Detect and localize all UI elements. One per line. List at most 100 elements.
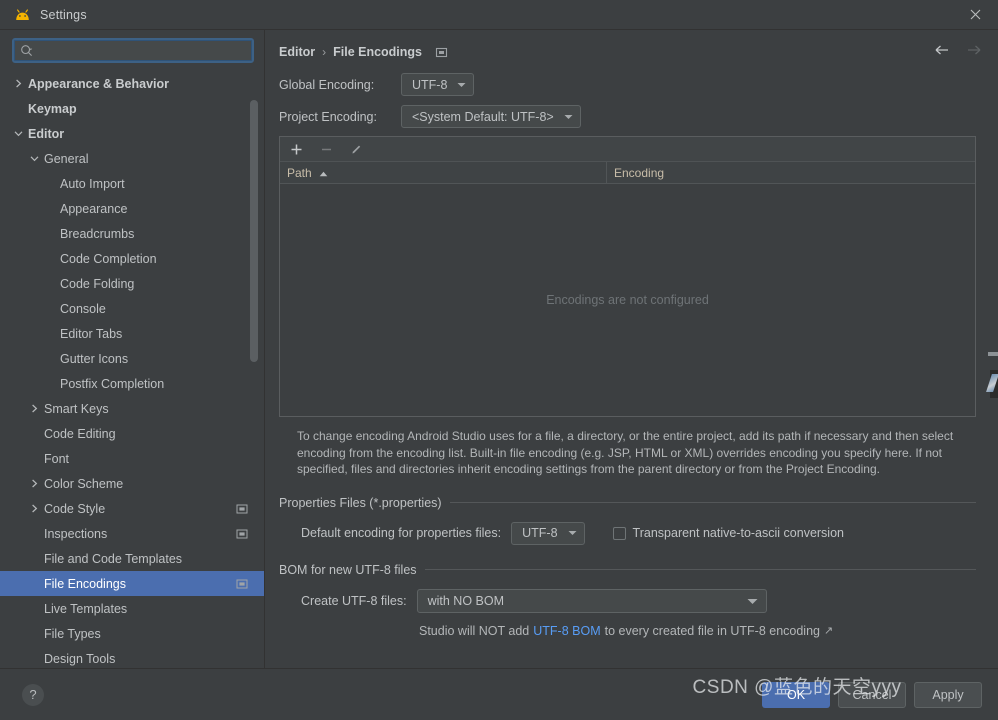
chevron-down-icon[interactable]: [28, 152, 41, 165]
empty-state-message: Encodings are not configured: [546, 293, 709, 307]
sidebar-item-editor-tabs[interactable]: Editor Tabs: [0, 321, 264, 346]
apply-button[interactable]: Apply: [914, 682, 982, 708]
search-icon: [20, 44, 34, 58]
transparent-native-to-ascii-checkbox-wrap[interactable]: Transparent native-to-ascii conversion: [613, 526, 844, 540]
search-input[interactable]: [34, 43, 246, 59]
sidebar-item-code-completion[interactable]: Code Completion: [0, 246, 264, 271]
mouse-cursor-artifact: [990, 370, 998, 398]
breadcrumb-current: File Encodings: [333, 45, 422, 59]
sidebar-item-color-scheme[interactable]: Color Scheme: [0, 471, 264, 496]
sidebar-item-inspections[interactable]: Inspections: [0, 521, 264, 546]
transparent-native-to-ascii-checkbox[interactable]: [613, 527, 626, 540]
search-box[interactable]: [12, 38, 254, 63]
sidebar-item-label: Smart Keys: [44, 402, 109, 416]
global-encoding-dropdown[interactable]: UTF-8: [401, 73, 474, 96]
utf8-bom-link[interactable]: UTF-8 BOM: [533, 624, 600, 638]
remove-encoding-button[interactable]: [318, 141, 334, 157]
sidebar-item-label: Code Folding: [60, 277, 134, 291]
sidebar-item-design-tools[interactable]: Design Tools: [0, 646, 264, 668]
sidebar-item-label: Live Templates: [44, 602, 127, 616]
sidebar-item-code-style[interactable]: Code Style: [0, 496, 264, 521]
sidebar-item-file-encodings[interactable]: File Encodings: [0, 571, 264, 596]
arrow-right-icon[interactable]: [966, 42, 982, 58]
chevron-down-icon: [568, 530, 577, 536]
help-button[interactable]: ?: [22, 684, 44, 706]
sidebar-item-editor[interactable]: Editor: [0, 121, 264, 146]
project-scope-icon[interactable]: [435, 46, 448, 59]
breadcrumb-parent[interactable]: Editor: [279, 45, 315, 59]
navigation-arrows: [934, 42, 982, 58]
sidebar-item-smart-keys[interactable]: Smart Keys: [0, 396, 264, 421]
arrow-left-icon[interactable]: [934, 42, 950, 58]
add-encoding-button[interactable]: [288, 141, 304, 157]
sidebar-item-postfix-completion[interactable]: Postfix Completion: [0, 371, 264, 396]
sidebar-item-live-templates[interactable]: Live Templates: [0, 596, 264, 621]
sidebar-item-font[interactable]: Font: [0, 446, 264, 471]
properties-default-encoding-dropdown[interactable]: UTF-8: [511, 522, 584, 545]
sidebar-item-file-and-code-templates[interactable]: File and Code Templates: [0, 546, 264, 571]
properties-default-encoding-row: Default encoding for properties files: U…: [279, 522, 976, 545]
chevron-right-icon[interactable]: [28, 402, 41, 415]
sidebar-item-label: File and Code Templates: [44, 552, 182, 566]
sidebar-item-appearance[interactable]: Appearance: [0, 196, 264, 221]
project-scope-icon: [236, 528, 248, 540]
edge-artifact-bar: [988, 352, 998, 356]
sidebar-item-file-types[interactable]: File Types: [0, 621, 264, 646]
external-link-icon[interactable]: ↗: [824, 624, 833, 637]
sidebar-item-console[interactable]: Console: [0, 296, 264, 321]
encodings-table-toolbar: [280, 137, 975, 162]
sidebar-item-appearance-behavior[interactable]: Appearance & Behavior: [0, 71, 264, 96]
sidebar-item-code-folding[interactable]: Code Folding: [0, 271, 264, 296]
chevron-down-icon: [747, 594, 758, 608]
bom-section: BOM for new UTF-8 files Create UTF-8 fil…: [279, 563, 976, 638]
project-encoding-dropdown[interactable]: <System Default: UTF-8>: [401, 105, 581, 128]
column-header-path[interactable]: Path: [280, 162, 607, 184]
sort-ascending-icon: [319, 166, 328, 180]
chevron-right-icon[interactable]: [12, 77, 25, 90]
dialog-footer: ? OK Cancel Apply: [0, 668, 998, 720]
chevron-right-icon[interactable]: [28, 477, 41, 490]
close-icon[interactable]: [952, 0, 998, 29]
global-encoding-label: Global Encoding:: [279, 78, 401, 92]
cancel-button[interactable]: Cancel: [838, 682, 906, 708]
sidebar-item-keymap[interactable]: Keymap: [0, 96, 264, 121]
sidebar-item-gutter-icons[interactable]: Gutter Icons: [0, 346, 264, 371]
sidebar-item-code-editing[interactable]: Code Editing: [0, 421, 264, 446]
bom-section-title: BOM for new UTF-8 files: [279, 563, 417, 577]
create-utf8-files-value: with NO BOM: [428, 594, 504, 608]
project-encoding-row: Project Encoding: <System Default: UTF-8…: [279, 104, 976, 129]
chevron-right-icon[interactable]: [28, 502, 41, 515]
properties-files-section: Properties Files (*.properties) Default …: [279, 496, 976, 545]
properties-files-title: Properties Files (*.properties): [279, 496, 442, 510]
create-utf8-files-dropdown[interactable]: with NO BOM: [417, 589, 767, 613]
create-utf8-files-label: Create UTF-8 files:: [301, 594, 407, 608]
sidebar-item-label: Code Style: [44, 502, 105, 516]
section-divider: [425, 569, 976, 570]
sidebar-item-label: Code Editing: [44, 427, 116, 441]
settings-tree[interactable]: Appearance & BehaviorKeymap Editor General…: [0, 69, 264, 668]
sidebar-item-label: Editor: [28, 127, 64, 141]
sidebar-scrollbar[interactable]: [250, 92, 258, 422]
chevron-down-icon[interactable]: [12, 127, 25, 140]
ok-button[interactable]: OK: [762, 682, 830, 708]
bom-hint-suffix: to every created file in UTF-8 encoding: [605, 624, 820, 638]
sidebar-scrollbar-thumb[interactable]: [250, 100, 258, 362]
sidebar-item-general[interactable]: General: [0, 146, 264, 171]
sidebar-item-label: Font: [44, 452, 69, 466]
sidebar-item-label: Console: [60, 302, 106, 316]
cancel-button-label: Cancel: [853, 688, 892, 702]
apply-button-label: Apply: [932, 688, 963, 702]
settings-sidebar: Appearance & BehaviorKeymap Editor General…: [0, 30, 265, 668]
sidebar-item-breadcrumbs[interactable]: Breadcrumbs: [0, 221, 264, 246]
column-header-encoding[interactable]: Encoding: [607, 162, 975, 184]
window-title: Settings: [40, 8, 87, 22]
title-bar: Settings: [0, 0, 998, 30]
bom-hint: Studio will NOT add UTF-8 BOM to every c…: [279, 624, 976, 638]
encodings-table-body[interactable]: Encodings are not configured: [280, 184, 975, 416]
sidebar-item-label: Gutter Icons: [60, 352, 128, 366]
sidebar-item-auto-import[interactable]: Auto Import: [0, 171, 264, 196]
chevron-down-icon: [457, 82, 466, 88]
column-header-encoding-label: Encoding: [614, 166, 664, 180]
edit-pencil-icon[interactable]: [348, 141, 364, 157]
help-button-label: ?: [29, 687, 36, 702]
